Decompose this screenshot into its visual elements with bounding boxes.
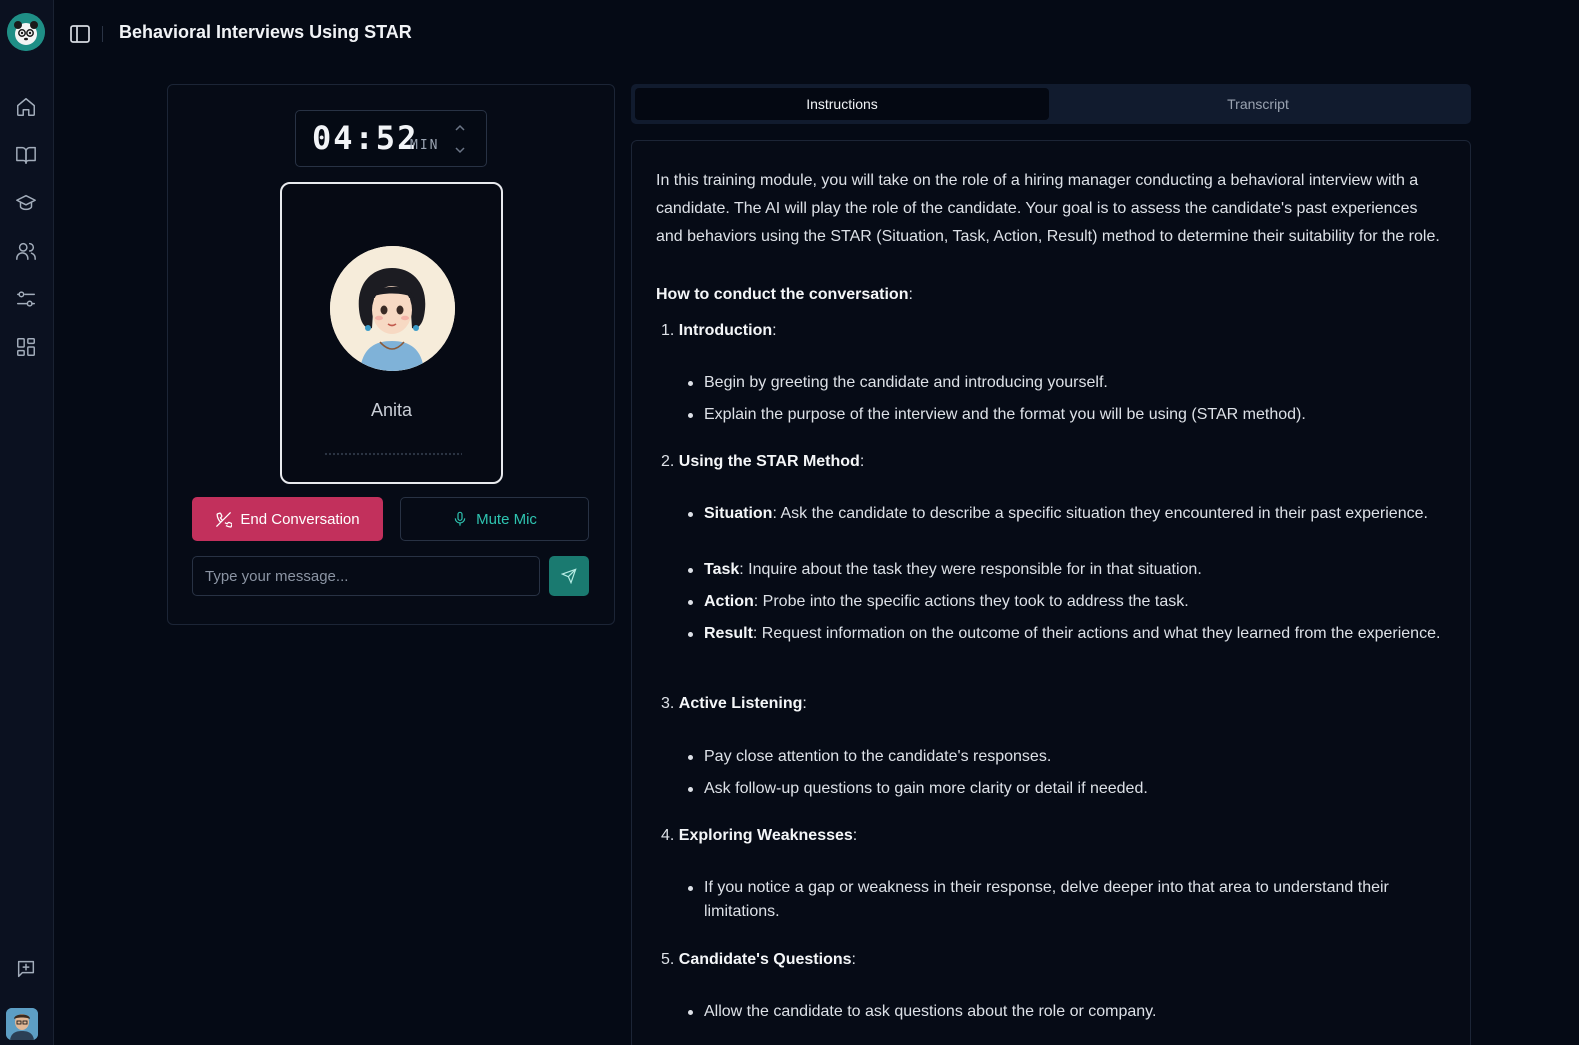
- section-title-text: Active Listening: [678, 695, 803, 712]
- list-item: Pay close attention to the candidate's r…: [688, 745, 1444, 769]
- panda-logo[interactable]: [7, 13, 45, 51]
- instructions-heading-colon: :: [908, 286, 913, 303]
- home-icon[interactable]: [14, 95, 38, 119]
- list-item-text: : Ask the candidate to describe a specif…: [772, 505, 1428, 522]
- audio-level-indicator: [324, 452, 462, 456]
- section-number: 5.: [661, 951, 675, 968]
- section-number: 3.: [661, 695, 675, 712]
- list-item: Allow the candidate to ask questions abo…: [688, 1000, 1444, 1024]
- layout-grid-icon[interactable]: [14, 335, 38, 359]
- list-item: Result: Request information on the outco…: [688, 622, 1444, 646]
- users-icon[interactable]: [14, 239, 38, 263]
- section-title-text: Introduction: [678, 322, 773, 339]
- section-title: 1. Introduction:: [661, 322, 777, 339]
- list-item: Situation: Ask the candidate to describe…: [688, 502, 1444, 526]
- user-avatar[interactable]: [6, 1008, 38, 1040]
- page-title: Behavioral Interviews Using STAR: [119, 22, 412, 42]
- section-title: 3. Active Listening:: [661, 695, 807, 712]
- tab-transcript[interactable]: Transcript: [1051, 88, 1465, 120]
- list-item: Explain the purpose of the interview and…: [688, 403, 1444, 427]
- tab-instructions[interactable]: Instructions: [635, 88, 1049, 120]
- end-conversation-label: End Conversation: [240, 510, 360, 528]
- end-conversation-button[interactable]: End Conversation: [192, 497, 383, 541]
- list-item: Action: Probe into the specific actions …: [688, 590, 1444, 614]
- instructions-heading-text: How to conduct the conversation: [656, 286, 909, 303]
- list-item-text: : Probe into the specific actions they t…: [753, 593, 1189, 610]
- agent-avatar: [330, 246, 455, 371]
- timer-adjust-icon[interactable]: [452, 121, 468, 157]
- list-item-term: Action: [704, 593, 754, 610]
- send-message-button[interactable]: [549, 556, 589, 596]
- sliders-icon[interactable]: [14, 287, 38, 311]
- list-item-text: Begin by greeting the candidate and intr…: [704, 374, 1108, 391]
- message-input[interactable]: [192, 556, 540, 596]
- list-item: Ask follow-up questions to gain more cla…: [688, 777, 1444, 801]
- timer-unit: MIN: [410, 138, 440, 153]
- sidebar: [0, 0, 54, 1045]
- message-plus-icon[interactable]: [14, 957, 38, 981]
- list-item-text: : Inquire about the task they were respo…: [739, 561, 1202, 578]
- list-item: Task: Inquire about the task they were r…: [688, 558, 1444, 582]
- list-item-term: Situation: [704, 505, 773, 522]
- book-open-icon[interactable]: [14, 143, 38, 167]
- mute-mic-button[interactable]: Mute Mic: [400, 497, 589, 541]
- instructions-heading: How to conduct the conversation:: [656, 286, 913, 304]
- agent-name: Anita: [370, 400, 413, 420]
- graduation-cap-icon[interactable]: [14, 191, 38, 215]
- sidebar-toggle-icon[interactable]: [68, 22, 92, 46]
- section-title-text: Exploring Weaknesses: [678, 827, 853, 844]
- list-item-text: Explain the purpose of the interview and…: [704, 406, 1306, 423]
- list-item-text: Ask follow-up questions to gain more cla…: [704, 780, 1148, 797]
- list-item-term: Task: [704, 561, 740, 578]
- section-title-text: Candidate's Questions: [678, 951, 852, 968]
- section-title: 2. Using the STAR Method:: [661, 453, 865, 470]
- list-item-text: : Request information on the outcome of …: [752, 625, 1441, 642]
- section-title: 5. Candidate's Questions:: [661, 951, 856, 968]
- header-divider: [102, 26, 103, 42]
- list-item: If you notice a gap or weakness in their…: [688, 876, 1444, 924]
- section-title: 4. Exploring Weaknesses:: [661, 827, 858, 844]
- timer-value: 04:52: [312, 119, 419, 157]
- list-item-text: Pay close attention to the candidate's r…: [704, 748, 1052, 765]
- section-number: 4.: [661, 827, 675, 844]
- section-number: 2.: [661, 453, 675, 470]
- list-item-term: Result: [704, 625, 753, 642]
- mute-mic-label: Mute Mic: [476, 510, 537, 528]
- tab-bar: Instructions Transcript: [631, 84, 1471, 124]
- list-item-text: If you notice a gap or weakness in their…: [704, 879, 1389, 920]
- list-item-text: Allow the candidate to ask questions abo…: [704, 1003, 1157, 1020]
- timer: 04:52 MIN: [295, 110, 487, 167]
- instructions-intro: In this training module, you will take o…: [656, 172, 1440, 245]
- agent-card: Anita: [280, 182, 503, 484]
- call-panel: 04:52 MIN Anita End Conversation Mute Mi…: [167, 84, 615, 625]
- microphone-icon: [454, 511, 466, 526]
- instructions-panel[interactable]: In this training module, you will take o…: [631, 140, 1471, 1045]
- phone-off-icon: [216, 511, 233, 528]
- list-item: Begin by greeting the candidate and intr…: [688, 371, 1444, 395]
- section-title-text: Using the STAR Method: [678, 453, 860, 470]
- section-number: 1.: [661, 322, 675, 339]
- send-icon: [561, 568, 577, 584]
